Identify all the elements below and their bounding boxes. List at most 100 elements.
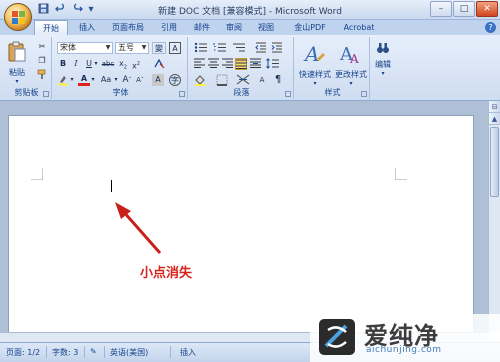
- tab-kingsoft-pdf[interactable]: 金山PDF: [286, 20, 334, 35]
- borders-icon[interactable]: [214, 74, 230, 86]
- decrease-indent-icon[interactable]: [254, 42, 268, 54]
- window-controls: – □ ✕: [430, 1, 498, 17]
- group-editing: 编辑 ▾: [372, 37, 394, 99]
- clipboard-launcher-icon[interactable]: [43, 91, 49, 97]
- justify-icon[interactable]: [235, 58, 247, 70]
- ribbon-tabs: 开始 插入 页面布局 引用 邮件 审阅 视图 金山PDF Acrobat ?: [0, 20, 500, 35]
- svg-text:A: A: [349, 52, 359, 65]
- tab-home[interactable]: 开始: [34, 20, 68, 35]
- highlight-color-icon[interactable]: [57, 74, 69, 86]
- bullets-icon[interactable]: [193, 42, 209, 54]
- paste-icon: [8, 41, 26, 62]
- change-case-dropdown-icon[interactable]: ▾: [113, 74, 119, 86]
- character-shading-icon[interactable]: A: [152, 74, 164, 86]
- proofing-icon[interactable]: ✎: [90, 347, 97, 356]
- editing-button[interactable]: 编辑 ▾: [372, 41, 394, 77]
- paste-button[interactable]: 粘贴 ▾: [5, 41, 29, 85]
- word-count[interactable]: 字数: 3: [52, 347, 78, 358]
- tab-references[interactable]: 引用: [155, 20, 183, 35]
- align-right-icon[interactable]: [221, 58, 233, 70]
- paragraph-launcher-icon[interactable]: [285, 91, 291, 97]
- status-divider: [104, 346, 105, 358]
- strikethrough-icon[interactable]: abc: [101, 58, 115, 70]
- office-button[interactable]: [4, 3, 32, 31]
- status-divider: [46, 346, 47, 358]
- font-size-value: 五号: [118, 43, 134, 52]
- font-color-dropdown-icon[interactable]: ▾: [90, 74, 96, 86]
- font-name-value: 宋体: [60, 43, 76, 52]
- highlight-dropdown-icon[interactable]: ▾: [69, 74, 75, 86]
- change-styles-button[interactable]: A A 更改样式 ▾: [334, 41, 368, 87]
- enclose-characters-icon[interactable]: 字: [169, 74, 181, 86]
- title-bar: ▾ 新建 DOC 文档 [兼容模式] - Microsoft Word – □ …: [0, 0, 500, 20]
- svg-text:A: A: [303, 42, 319, 65]
- font-size-select[interactable]: 五号 ▼: [115, 42, 149, 54]
- minimize-icon[interactable]: –: [430, 1, 452, 17]
- sort-icon[interactable]: A: [256, 74, 268, 86]
- tab-review[interactable]: 审阅: [220, 20, 248, 35]
- watermark: 爱纯净 aichunjing.com: [310, 314, 500, 362]
- multilevel-list-icon[interactable]: [231, 42, 247, 54]
- change-case-icon[interactable]: Aa: [99, 74, 113, 86]
- ribbon: 粘贴 ▾ ✂ ❐ 剪贴板 宋体 ▼ 五号 ▼ 變 A B I U ▾ abc x…: [0, 35, 500, 101]
- chevron-down-icon: ▼: [141, 44, 147, 51]
- ruler-toggle-icon[interactable]: ⊟: [489, 101, 500, 113]
- status-divider: [170, 346, 171, 358]
- subscript-icon[interactable]: x2: [117, 58, 129, 71]
- superscript-icon[interactable]: x2: [130, 58, 142, 71]
- distributed-icon[interactable]: [249, 58, 261, 70]
- font-name-select[interactable]: 宋体 ▼: [57, 42, 113, 54]
- tab-mailings[interactable]: 邮件: [188, 20, 216, 35]
- crop-mark-top-left: [31, 168, 43, 180]
- annotation-text: 小点消失: [140, 266, 193, 281]
- document-area: [0, 101, 488, 345]
- tab-view[interactable]: 视图: [252, 20, 280, 35]
- document-page[interactable]: [8, 115, 474, 345]
- maximize-icon[interactable]: □: [453, 1, 475, 17]
- shading-icon[interactable]: [193, 74, 209, 86]
- tab-acrobat[interactable]: Acrobat: [339, 20, 379, 35]
- format-painter-icon[interactable]: [36, 69, 48, 81]
- window-title: 新建 DOC 文档 [兼容模式] - Microsoft Word: [158, 7, 342, 17]
- vertical-scrollbar[interactable]: ⊟ ▲: [488, 101, 500, 332]
- page-count[interactable]: 页面: 1/2: [6, 347, 40, 358]
- quick-styles-button[interactable]: A 快速样式 ▾: [298, 41, 332, 87]
- tab-insert[interactable]: 插入: [72, 20, 102, 35]
- numbering-icon[interactable]: [212, 42, 228, 54]
- close-icon[interactable]: ✕: [476, 1, 498, 17]
- scroll-up-icon[interactable]: ▲: [489, 113, 500, 125]
- show-marks-icon[interactable]: ¶: [272, 74, 284, 86]
- text-cursor: [111, 180, 112, 192]
- character-border-icon[interactable]: A: [169, 42, 181, 54]
- font-launcher-icon[interactable]: [179, 91, 185, 97]
- cut-icon[interactable]: ✂: [36, 41, 48, 53]
- editing-label: 编辑: [375, 60, 391, 69]
- increase-indent-icon[interactable]: [270, 42, 284, 54]
- grow-font-icon[interactable]: Aˆ: [121, 74, 133, 86]
- line-spacing-icon[interactable]: [265, 58, 281, 70]
- group-clipboard: 粘贴 ▾ ✂ ❐ 剪贴板: [2, 37, 52, 99]
- phonetic-guide-icon[interactable]: 變: [152, 42, 166, 54]
- tab-page-layout[interactable]: 页面布局: [106, 20, 150, 35]
- copy-icon[interactable]: ❐: [36, 55, 48, 67]
- chevron-down-icon: ▼: [105, 44, 111, 51]
- insert-mode[interactable]: 插入: [180, 347, 196, 358]
- align-left-icon[interactable]: [193, 58, 205, 70]
- clear-formatting-icon[interactable]: [152, 58, 166, 70]
- paste-label: 粘贴: [9, 68, 25, 77]
- chinese-layout-icon[interactable]: [235, 74, 251, 86]
- styles-group-label: 样式: [324, 88, 341, 97]
- bold-icon[interactable]: B: [57, 58, 69, 70]
- styles-launcher-icon[interactable]: [361, 91, 367, 97]
- scroll-thumb[interactable]: [490, 127, 499, 197]
- watermark-url: aichunjing.com: [366, 345, 442, 355]
- italic-icon[interactable]: I: [70, 58, 82, 70]
- align-center-icon[interactable]: [207, 58, 219, 70]
- font-color-icon[interactable]: A: [78, 74, 90, 86]
- shrink-font-icon[interactable]: Aˇ: [134, 74, 146, 86]
- underline-dropdown-icon[interactable]: ▾: [93, 58, 99, 70]
- quick-styles-label: 快速样式: [299, 70, 331, 79]
- crop-mark-top-right: [395, 168, 407, 180]
- language-indicator[interactable]: 英语(美国): [110, 347, 148, 358]
- help-icon[interactable]: ?: [485, 22, 496, 33]
